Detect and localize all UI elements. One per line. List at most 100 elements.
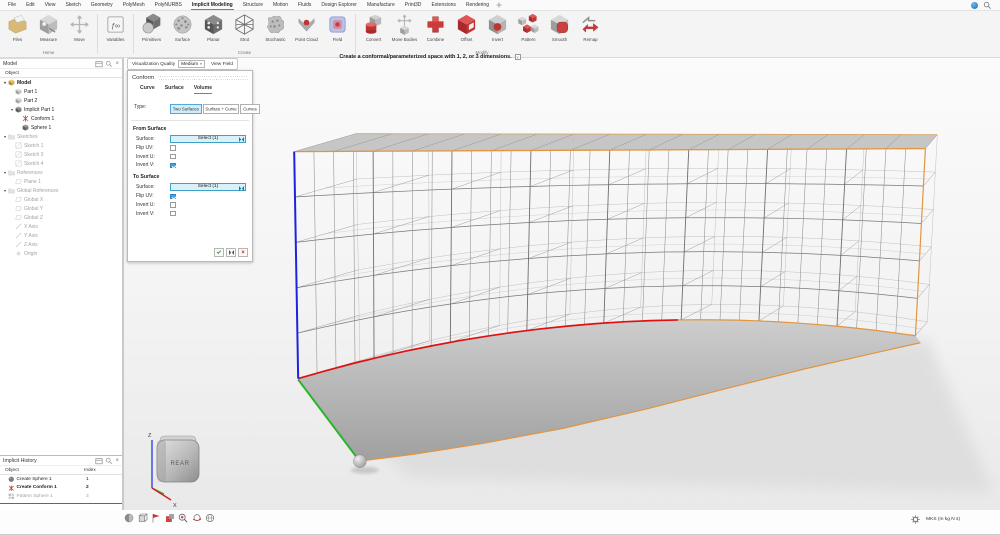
from-surface-select[interactable]: Select (1) bbox=[170, 135, 246, 143]
tree-item-z-axis[interactable]: Z Axis bbox=[0, 240, 122, 249]
to-invert-v-checkbox[interactable] bbox=[170, 211, 176, 217]
ribbon-field-button[interactable]: Field bbox=[322, 11, 353, 49]
apply-selection-button[interactable] bbox=[226, 248, 236, 257]
menu-manufacture[interactable]: Manufacture bbox=[362, 0, 400, 10]
menu-file[interactable]: File bbox=[3, 0, 21, 10]
menu-motion[interactable]: Motion bbox=[268, 0, 293, 10]
ribbon-combine-button[interactable]: Combine bbox=[420, 11, 451, 49]
tree-item-sketch-3[interactable]: Sketch 3 bbox=[0, 150, 122, 159]
conform-dialog-titlebar[interactable]: Conform bbox=[128, 73, 252, 82]
history-row-create-conform-1[interactable]: Create Conform 12 bbox=[0, 484, 122, 493]
menu-geometry[interactable]: Geometry bbox=[86, 0, 118, 10]
menu-design-explorer[interactable]: Design Explorer bbox=[316, 0, 362, 10]
close-icon[interactable]: × bbox=[115, 458, 119, 464]
menu-edit[interactable]: Edit bbox=[21, 0, 40, 10]
ribbon-point-cloud-button[interactable]: Point Cloud bbox=[291, 11, 322, 49]
account-icon[interactable] bbox=[971, 2, 978, 9]
wireframe-view-icon[interactable] bbox=[138, 513, 148, 523]
ribbon-planar-button[interactable]: Planar bbox=[198, 11, 229, 49]
ribbon-move-button[interactable]: Move bbox=[64, 11, 95, 49]
tree-item-conform-1[interactable]: Conform 1 bbox=[0, 114, 122, 123]
dock-window-icon[interactable] bbox=[95, 457, 103, 465]
ribbon-stochastic-button[interactable]: Stochastic bbox=[260, 11, 291, 49]
to-surface-select[interactable]: Select (1) bbox=[170, 183, 246, 191]
zoom-window-icon[interactable] bbox=[178, 513, 188, 523]
orbit-icon[interactable] bbox=[192, 513, 202, 523]
view-cube[interactable]: Z X REAR bbox=[138, 428, 208, 508]
shaded-view-icon[interactable] bbox=[124, 513, 134, 523]
tree-item-part-2[interactable]: Part 2 bbox=[0, 96, 122, 105]
menu-print3d[interactable]: Print3D bbox=[400, 0, 427, 10]
tab-curve[interactable]: Curve bbox=[140, 85, 155, 94]
x-axis-line bbox=[152, 488, 171, 500]
tree-item-global-z[interactable]: Global Z bbox=[0, 213, 122, 222]
tree-item-sphere-1[interactable]: Sphere 1 bbox=[0, 123, 122, 132]
tree-item-implicit-part-1[interactable]: ▾Implicit Part 1 bbox=[0, 105, 122, 114]
from-invert-v-checkbox[interactable] bbox=[170, 163, 176, 169]
tree-item-x-axis[interactable]: X Axis bbox=[0, 222, 122, 231]
type-option-surface-curve[interactable]: Surface + Curve bbox=[203, 104, 240, 114]
menu-polymesh[interactable]: PolyMesh bbox=[118, 0, 150, 10]
ribbon-remap-button[interactable]: Remap bbox=[575, 11, 606, 49]
ribbon-variables-button[interactable]: ƒ∞Variables bbox=[100, 11, 131, 49]
menu-view[interactable]: View bbox=[40, 0, 61, 10]
search-icon[interactable] bbox=[983, 1, 992, 10]
tree-item-sketch-1[interactable]: Sketch 1 bbox=[0, 141, 122, 150]
tree-item-origin[interactable]: Origin bbox=[0, 249, 122, 258]
tree-item-global-y[interactable]: Global Y bbox=[0, 204, 122, 213]
to-invert-u-checkbox[interactable] bbox=[170, 202, 176, 208]
ribbon-files-button[interactable]: Files bbox=[2, 11, 33, 49]
menu-structure[interactable]: Structure bbox=[238, 0, 268, 10]
tree-item-sketch-4[interactable]: Sketch 4 bbox=[0, 159, 122, 168]
tree-item-references[interactable]: ▾References bbox=[0, 168, 122, 177]
tree-item-global-x[interactable]: Global X bbox=[0, 195, 122, 204]
section-view-icon[interactable] bbox=[165, 513, 175, 523]
tree-item-sketches[interactable]: ▾Sketches bbox=[0, 132, 122, 141]
viewport-3d[interactable] bbox=[123, 58, 1000, 510]
search-icon[interactable] bbox=[105, 457, 113, 465]
menu-polynurbs[interactable]: PolyNURBS bbox=[150, 0, 187, 10]
hint-close-icon[interactable]: × bbox=[515, 54, 521, 60]
search-icon[interactable] bbox=[105, 60, 113, 68]
ribbon-smooth-button[interactable]: Smooth bbox=[544, 11, 575, 49]
drag-handle[interactable] bbox=[158, 76, 248, 80]
ribbon-surface-button[interactable]: Surface bbox=[167, 11, 198, 49]
menu-rendering[interactable]: Rendering bbox=[461, 0, 494, 10]
tree-item-model[interactable]: ▾Model bbox=[0, 78, 122, 87]
ribbon-convert-button[interactable]: Convert bbox=[358, 11, 389, 49]
tree-item-part-1[interactable]: Part 1 bbox=[0, 87, 122, 96]
history-row-pattern-sphere-1[interactable]: Pattern Sphere 13 bbox=[0, 492, 122, 501]
ribbon-measure-button[interactable]: Measure bbox=[33, 11, 64, 49]
history-row-create-sphere-1[interactable]: Create Sphere 11 bbox=[0, 475, 122, 484]
to-flip-uv-checkbox[interactable] bbox=[170, 194, 176, 200]
perspective-icon[interactable] bbox=[205, 513, 215, 523]
menu-fluids[interactable]: Fluids bbox=[293, 0, 316, 10]
menu-overflow-icon[interactable] bbox=[496, 2, 502, 8]
ribbon-offset-button[interactable]: Offset bbox=[451, 11, 482, 49]
select-filter-icon[interactable] bbox=[151, 513, 161, 523]
ribbon-pattern-button[interactable]: Pattern bbox=[513, 11, 544, 49]
tree-item-plane-1[interactable]: Plane 1 bbox=[0, 177, 122, 186]
from-invert-u-checkbox[interactable] bbox=[170, 154, 176, 160]
type-option-two-surfaces[interactable]: Two Surfaces bbox=[170, 104, 202, 114]
close-icon[interactable]: × bbox=[115, 61, 119, 67]
menu-sketch[interactable]: Sketch bbox=[60, 0, 85, 10]
tree-item-global-references[interactable]: ▾Global References bbox=[0, 186, 122, 195]
cancel-button[interactable]: × bbox=[238, 248, 248, 257]
dock-window-icon[interactable] bbox=[95, 60, 103, 68]
ribbon-primitives-button[interactable]: Primitives bbox=[136, 11, 167, 49]
tree-item-y-axis[interactable]: Y Axis bbox=[0, 231, 122, 240]
ribbon-strut-button[interactable]: Strut bbox=[229, 11, 260, 49]
menu-implicit-modeling[interactable]: Implicit Modeling bbox=[187, 0, 238, 10]
tab-volume[interactable]: Volume bbox=[194, 85, 212, 94]
tab-surface[interactable]: Surface bbox=[165, 85, 184, 94]
settings-gear-icon[interactable] bbox=[911, 515, 920, 524]
from-flip-uv-checkbox[interactable] bbox=[170, 145, 176, 151]
ribbon-move-bodies-button[interactable]: Move Bodies bbox=[389, 11, 420, 49]
type-option-curves[interactable]: Curves bbox=[240, 104, 259, 114]
ribbon-invert-button[interactable]: Invert bbox=[482, 11, 513, 49]
view-field-button[interactable]: View Field bbox=[211, 62, 233, 67]
viz-quality-dropdown[interactable]: Medium ▾ bbox=[178, 60, 205, 68]
menu-extensions[interactable]: Extensions bbox=[426, 0, 460, 10]
confirm-button[interactable] bbox=[214, 248, 224, 257]
